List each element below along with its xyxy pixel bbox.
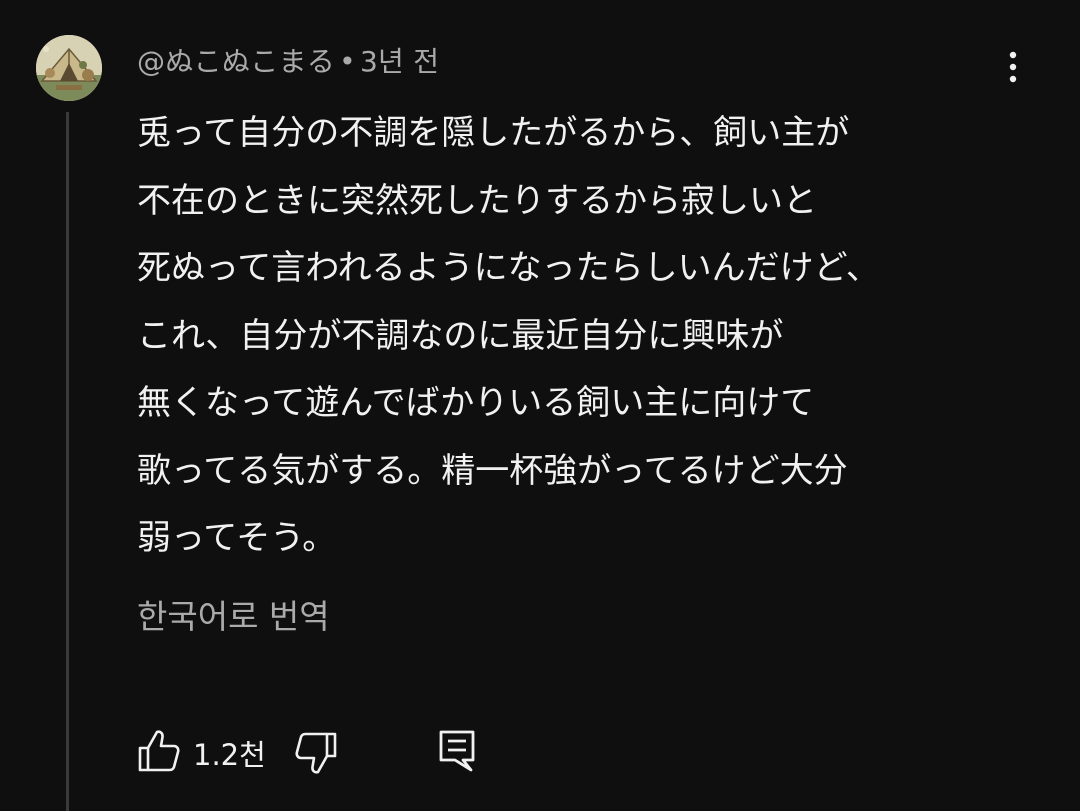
like-button[interactable]	[137, 728, 181, 774]
translate-button[interactable]: 한국어로 번역	[137, 590, 330, 638]
comment-line: 歌ってる気がする。精一杯強がってるけど大分	[137, 450, 848, 491]
dislike-button[interactable]	[294, 730, 338, 776]
more-vertical-icon	[1009, 51, 1017, 83]
thumbs-down-icon	[295, 732, 337, 774]
comment-actions: 1.2천	[137, 728, 537, 776]
comment-line: 弱ってそう。	[137, 518, 337, 558]
comment-reply-icon	[439, 730, 475, 772]
comment-thread: @ぬこぬこまる • 3년 전 兎って自分の不調を隠したがるから、飼い主が 不在のとき…	[0, 0, 1080, 811]
comment-line: 兎って自分の不調を隠したがるから、飼い主が	[137, 113, 850, 153]
comment-line: 不在のときに突然死したりするから寂しいと	[137, 180, 817, 221]
meta-separator: •	[339, 45, 356, 78]
thread-line	[66, 112, 69, 811]
reply-button[interactable]	[437, 728, 477, 774]
author-name[interactable]: @ぬこぬこまる	[137, 45, 335, 78]
comment-line: 死ぬって言われるようになったらしいんだけど、	[137, 248, 880, 288]
like-count: 1.2천	[193, 738, 266, 772]
comment-header: @ぬこぬこまる • 3년 전	[137, 40, 439, 80]
author-avatar[interactable]	[36, 35, 102, 101]
avatar-illustration	[36, 35, 102, 101]
thumbs-up-icon	[138, 730, 180, 772]
comment-line: 無くなって遊んでばかりいる飼い主に向けて	[137, 383, 815, 423]
comment-body: 兎って自分の不調を隠したがるから、飼い主が 不在のときに突然死したりするから寂し…	[137, 100, 1037, 573]
more-options-button[interactable]	[996, 50, 1030, 84]
comment-line: これ、自分が不調なのに最近自分に興味が	[137, 315, 784, 356]
comment-timestamp[interactable]: 3년 전	[360, 45, 439, 78]
